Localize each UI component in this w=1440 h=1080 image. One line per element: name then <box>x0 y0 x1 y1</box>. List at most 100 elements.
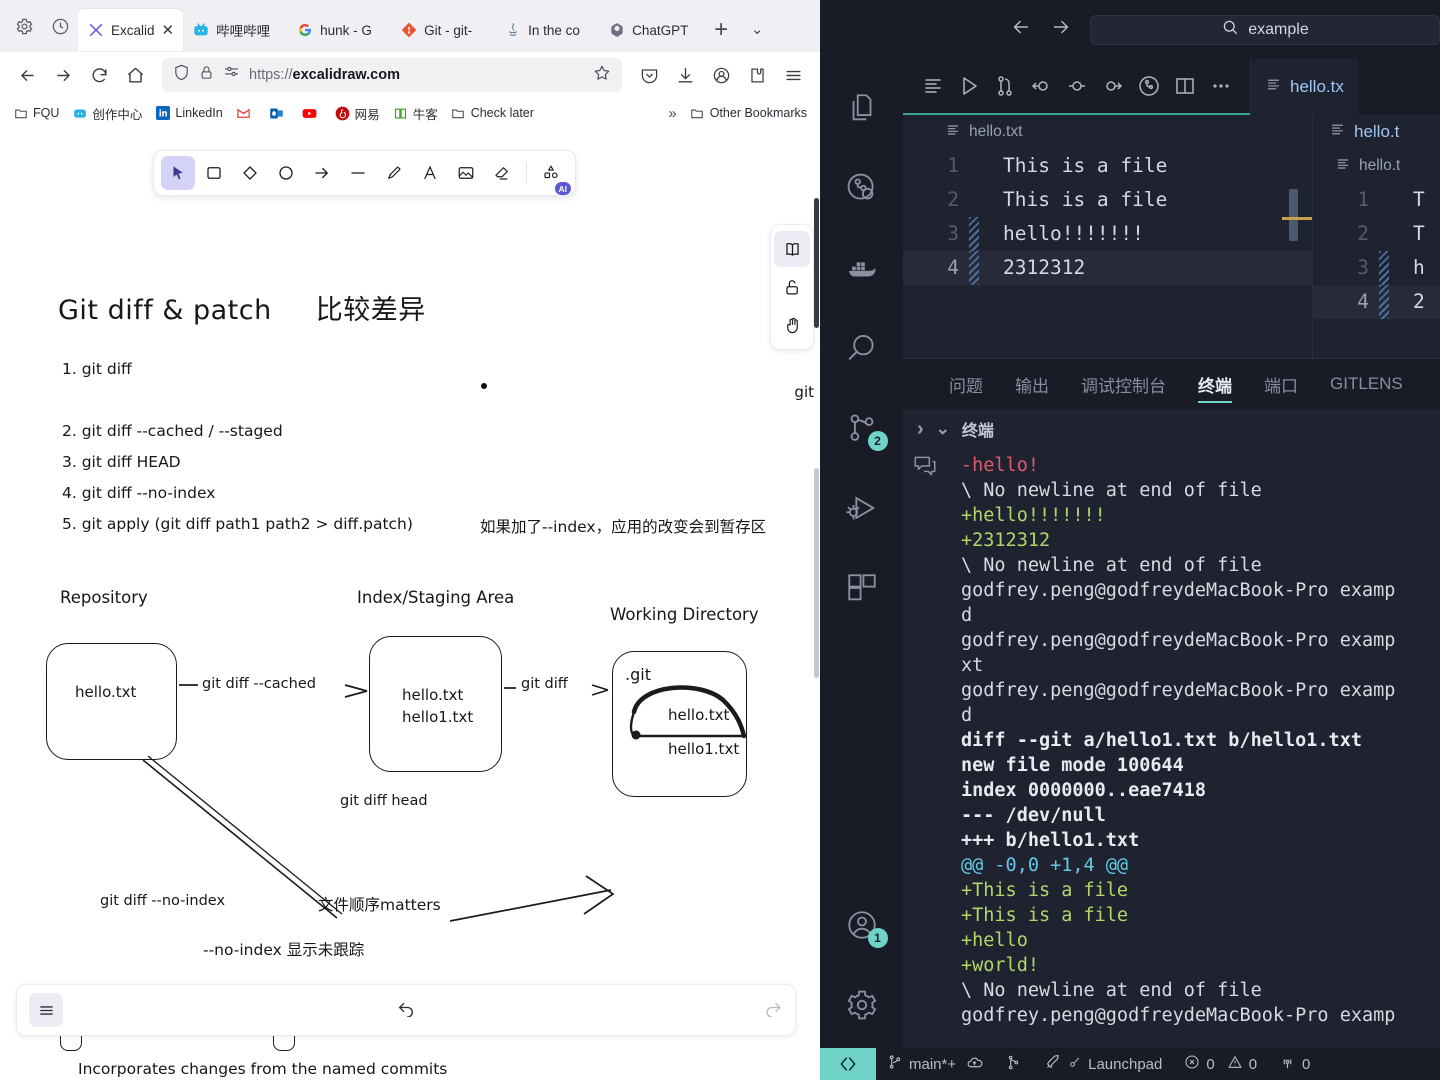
status-launchpad[interactable]: Launchpad <box>1033 1054 1173 1075</box>
status-gitlens-graph[interactable] <box>994 1054 1033 1075</box>
rectangle-tool[interactable] <box>197 156 231 190</box>
tab-output[interactable]: 输出 <box>999 359 1065 409</box>
back-button[interactable] <box>10 58 44 92</box>
browser-tab-hunk-google[interactable]: hunk - G <box>287 9 391 51</box>
editor-pane-left[interactable]: hello.txt 1 This is a file 2 This is a fil… <box>903 115 1313 358</box>
terminal-output[interactable]: -hello! \ No newline at end of file +hel… <box>947 449 1440 1048</box>
source-control-icon[interactable]: 2 <box>833 399 891 457</box>
new-terminal-icon[interactable] <box>912 453 938 484</box>
code-content-left[interactable]: 1 This is a file 2 This is a file 3 hello!!… <box>903 149 1312 285</box>
accounts-icon[interactable]: 1 <box>833 896 891 954</box>
bookmark-linkedin[interactable]: LinkedIn <box>150 104 227 123</box>
selection-tool[interactable] <box>161 156 195 190</box>
status-branch[interactable]: main*+ <box>876 1054 994 1075</box>
page-scrollbar-thumb[interactable] <box>814 198 819 328</box>
editor-pane-right[interactable]: hello.t hello.t 1T 2T 3h 4 2 <box>1313 115 1440 358</box>
more-actions-icon[interactable] <box>1207 73 1234 100</box>
browser-tab-chatgpt[interactable]: ChatGPT <box>599 9 703 51</box>
settings-gear-icon[interactable] <box>833 976 891 1034</box>
tab-gitlens[interactable]: GITLENS <box>1314 359 1419 409</box>
extensions-icon[interactable] <box>833 559 891 617</box>
editor-tab-hello-txt-1[interactable]: hello.tx <box>1250 59 1358 115</box>
editor-minimap-slider[interactable] <box>1289 189 1298 241</box>
bookmark-gmail[interactable] <box>231 104 261 123</box>
tab-problems[interactable]: 问题 <box>933 359 999 409</box>
excalidraw-canvas[interactable]: AI Git diff & patch 比较差异 1. git diff 2. g… <box>0 128 820 1080</box>
hamburger-icon[interactable] <box>29 993 63 1027</box>
current-change-icon[interactable] <box>1063 73 1090 100</box>
url-bar[interactable]: https://excalidraw.com <box>162 58 622 92</box>
undo-icon[interactable] <box>397 998 416 1023</box>
browser-tab-git[interactable]: Git - git- <box>391 9 495 51</box>
hand-button[interactable] <box>774 307 810 343</box>
bookmark-outlook[interactable] <box>264 104 294 123</box>
bookmark-check-later[interactable]: Check later <box>446 104 539 123</box>
chevron-right-icon[interactable]: › <box>917 418 924 441</box>
bookmarks-overflow-chevron[interactable]: » <box>668 105 676 122</box>
editor-tab-hello-txt-2[interactable]: hello.t <box>1313 115 1440 149</box>
extensions-icon[interactable] <box>740 58 774 92</box>
explorer-icon[interactable] <box>833 79 891 137</box>
next-change-icon[interactable] <box>1099 73 1126 100</box>
browser-tab-excalidraw[interactable]: Excalid ✕ <box>78 9 184 51</box>
lock-button[interactable] <box>774 269 810 305</box>
command-center-search[interactable]: example <box>1090 14 1440 45</box>
downloads-icon[interactable] <box>668 58 702 92</box>
text-tool[interactable] <box>413 156 447 190</box>
search-icon[interactable] <box>833 319 891 377</box>
bookmark-bilibili-creator[interactable]: 创作中心 <box>67 102 147 125</box>
docker-icon[interactable] <box>833 239 891 297</box>
bookmark-star-icon[interactable] <box>593 64 611 87</box>
tab-debug-console[interactable]: 调试控制台 <box>1065 359 1182 409</box>
permissions-icon[interactable] <box>223 64 240 86</box>
tab-terminal[interactable]: 终端 <box>1182 359 1248 409</box>
diagram-box-repository[interactable] <box>46 643 177 760</box>
code-content-right[interactable]: 1T 2T 3h 42 <box>1313 183 1440 319</box>
save-to-pocket-icon[interactable] <box>632 58 666 92</box>
split-editor-icon[interactable] <box>1171 73 1198 100</box>
chevron-down-icon[interactable]: ⌄ <box>936 419 950 439</box>
forward-arrow-icon[interactable] <box>1050 16 1072 44</box>
eraser-tool[interactable] <box>485 156 519 190</box>
reload-button[interactable] <box>82 58 116 92</box>
open-changes-icon[interactable] <box>919 73 946 100</box>
home-button[interactable] <box>118 58 152 92</box>
remote-window-icon[interactable] <box>820 1048 876 1080</box>
image-tool[interactable] <box>449 156 483 190</box>
blame-icon[interactable] <box>1135 73 1162 100</box>
browser-tab-bilibili[interactable]: 哔哩哔哩 <box>183 9 287 51</box>
compare-branch-icon[interactable] <box>991 73 1018 100</box>
app-menu-icon[interactable] <box>776 58 810 92</box>
status-problems[interactable]: 0 0 <box>1173 1054 1268 1074</box>
tab-ports[interactable]: 端口 <box>1248 359 1314 409</box>
line-tool[interactable] <box>341 156 375 190</box>
close-icon[interactable]: ✕ <box>162 21 175 39</box>
library-button[interactable] <box>774 231 810 267</box>
history-clock-icon[interactable] <box>42 8 78 44</box>
bookmark-nowcoder[interactable]: 牛客 <box>388 102 443 125</box>
forward-button[interactable] <box>46 58 80 92</box>
canvas-scrollbar-thumb[interactable] <box>814 468 819 678</box>
shapes-ai-tool[interactable]: AI <box>534 156 571 195</box>
firefox-view-gear-icon[interactable] <box>6 8 42 44</box>
run-debug-icon[interactable] <box>833 479 891 537</box>
diamond-tool[interactable] <box>233 156 267 190</box>
account-icon[interactable] <box>704 58 738 92</box>
new-tab-button[interactable]: + <box>703 16 739 44</box>
gitlens-icon[interactable] <box>833 159 891 217</box>
bookmark-netease[interactable]: 网易 <box>330 102 385 125</box>
arrow-tool[interactable] <box>305 156 339 190</box>
previous-change-icon[interactable] <box>1027 73 1054 100</box>
list-all-tabs-button[interactable]: ⌄ <box>739 20 775 38</box>
browser-tab-java-article[interactable]: In the co <box>495 9 599 51</box>
cloud-sync-icon[interactable] <box>966 1054 983 1075</box>
draw-tool[interactable] <box>377 156 411 190</box>
bookmark-fqu[interactable]: FQU <box>8 104 64 123</box>
diagram-box-index[interactable] <box>369 636 502 772</box>
redo-icon[interactable] <box>764 998 783 1023</box>
ellipse-tool[interactable] <box>269 156 303 190</box>
back-arrow-icon[interactable] <box>1010 16 1032 44</box>
status-ports[interactable]: 0 <box>1268 1054 1321 1075</box>
bookmark-other-bookmarks[interactable]: Other Bookmarks <box>685 104 812 123</box>
bookmark-youtube[interactable] <box>297 104 327 123</box>
